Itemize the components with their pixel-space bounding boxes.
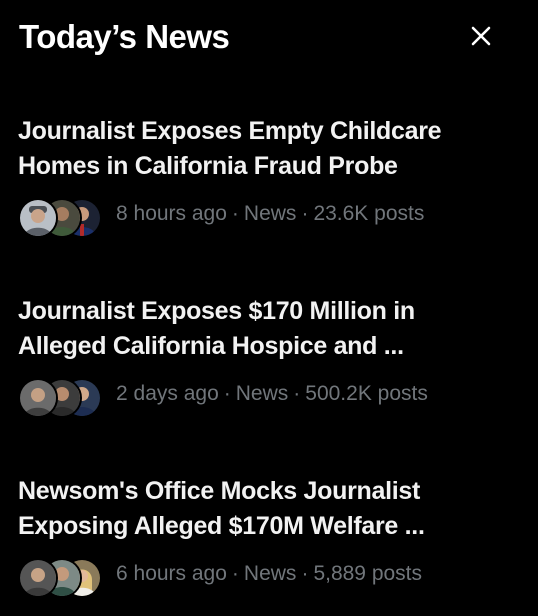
panel-header: Today’s News — [19, 16, 519, 64]
meta-separator: · — [231, 202, 239, 225]
news-meta-row: 6 hours ago · News · 5,889 posts — [18, 556, 518, 598]
news-headline: Journalist Exposes $170 Million in Alleg… — [18, 294, 518, 364]
news-posts: 23.6K posts — [313, 202, 425, 225]
meta-separator: · — [293, 382, 301, 405]
avatar — [18, 198, 58, 238]
meta-separator: · — [231, 562, 239, 585]
news-meta: 2 days ago · News · 500.2K posts — [116, 382, 428, 406]
news-category: News — [235, 382, 289, 405]
news-item[interactable]: Journalist Exposes $170 Million in Alleg… — [18, 294, 518, 418]
panel-title: Today’s News — [19, 18, 230, 55]
news-category: News — [243, 202, 297, 225]
close-button[interactable] — [467, 22, 495, 50]
meta-separator: · — [301, 562, 309, 585]
avatar-stack — [18, 376, 102, 418]
close-icon — [471, 26, 491, 46]
news-meta-row: 8 hours ago · News · 23.6K posts — [18, 196, 518, 238]
news-headline: Newsom's Office Mocks Journalist Exposin… — [18, 474, 518, 544]
meta-separator: · — [223, 382, 231, 405]
news-category: News — [243, 562, 297, 585]
headline-line: Homes in California Fraud Probe — [18, 152, 398, 180]
news-meta: 6 hours ago · News · 5,889 posts — [116, 562, 422, 586]
headline-line: Journalist Exposes Empty Childcare — [18, 117, 442, 145]
avatar-person-icon — [20, 380, 56, 416]
news-posts: 500.2K posts — [305, 382, 428, 405]
avatar-stack — [18, 196, 102, 238]
headline-line: Newsom's Office Mocks Journalist — [18, 477, 421, 505]
headline-line: Exposing Alleged $170M Welfare ... — [18, 512, 425, 540]
avatar-person-icon — [20, 200, 56, 236]
avatar — [18, 378, 58, 418]
news-meta: 8 hours ago · News · 23.6K posts — [116, 202, 424, 226]
news-posts: 5,889 posts — [313, 562, 423, 585]
avatar — [18, 558, 58, 598]
news-time: 6 hours ago — [116, 562, 227, 585]
news-item[interactable]: Journalist Exposes Empty Childcare Homes… — [18, 114, 518, 238]
news-time: 2 days ago — [116, 382, 219, 405]
avatar-stack — [18, 556, 102, 598]
meta-separator: · — [301, 202, 309, 225]
news-meta-row: 2 days ago · News · 500.2K posts — [18, 376, 518, 418]
news-headline: Journalist Exposes Empty Childcare Homes… — [18, 114, 518, 184]
news-item[interactable]: Newsom's Office Mocks Journalist Exposin… — [18, 474, 518, 598]
headline-line: Journalist Exposes $170 Million in — [18, 297, 415, 325]
todays-news-panel: Today’s News Journalist Exposes Empty Ch… — [0, 0, 538, 616]
avatar-person-icon — [20, 560, 56, 596]
news-time: 8 hours ago — [116, 202, 227, 225]
headline-line: Alleged California Hospice and ... — [18, 332, 404, 360]
